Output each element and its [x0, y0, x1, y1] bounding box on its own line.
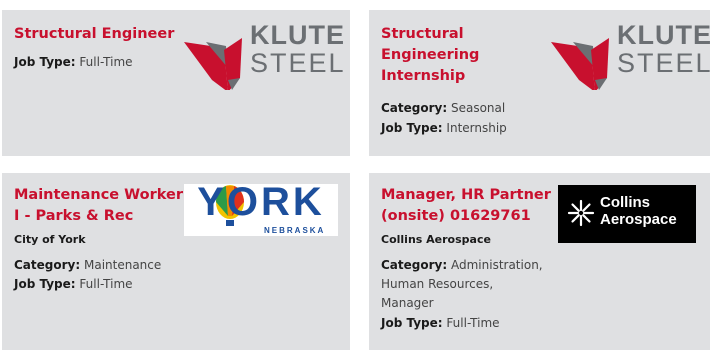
collins-aerospace-logo: Collins Aerospace	[558, 185, 696, 243]
job-title-line: I - Parks & Rec	[14, 208, 134, 224]
category-field: Category: Maintenance	[14, 255, 161, 275]
category-label: Category:	[381, 101, 448, 115]
employer-name: City of York	[14, 233, 86, 246]
klute-wordmark: KLUTE	[250, 20, 345, 50]
category-value: Administration,	[450, 258, 543, 272]
job-title-line: Manager, HR Partner	[381, 187, 551, 203]
job-type-value: Full-Time	[79, 277, 133, 291]
job-card-structural-engineering-internship[interactable]: Structural Engineering Internship Catego…	[369, 10, 710, 156]
job-type-field: Job Type: Full-Time	[14, 52, 133, 72]
klute-steel-logo: KLUTE STEEL	[184, 20, 344, 92]
employer-name: Collins Aerospace	[381, 233, 491, 246]
category-label: Category:	[381, 258, 448, 272]
job-title[interactable]: Structural Engineering Internship	[381, 24, 479, 87]
steel-wordmark: STEEL	[617, 48, 710, 78]
job-type-value: Full-Time	[79, 55, 133, 69]
job-title-line: Engineering	[381, 47, 480, 63]
klute-steel-logo: KLUTE STEEL	[551, 20, 710, 92]
nebraska-wordmark: NEBRASKA	[264, 226, 326, 235]
category-field: Category: Seasonal	[381, 98, 505, 118]
steel-wordmark: STEEL	[250, 48, 346, 78]
job-type-label: Job Type:	[14, 277, 76, 291]
job-type-value: Full-Time	[446, 316, 500, 330]
job-type-label: Job Type:	[381, 316, 443, 330]
category-value: Maintenance	[83, 258, 162, 272]
job-card-structural-engineer[interactable]: Structural Engineer Job Type: Full-Time …	[2, 10, 350, 156]
job-title[interactable]: Structural Engineer	[14, 24, 174, 45]
job-title-line: Structural	[381, 26, 464, 42]
category-value-line: Manager	[381, 296, 434, 310]
job-type-field: Job Type: Full-Time	[381, 313, 500, 333]
job-card-maintenance-worker[interactable]: Maintenance Worker I - Parks & Rec City …	[2, 173, 350, 350]
job-type-label: Job Type:	[14, 55, 76, 69]
job-title[interactable]: Manager, HR Partner (onsite) 01629761	[381, 185, 551, 227]
job-title-line: (onsite) 01629761	[381, 208, 531, 224]
job-title-line: Internship	[381, 68, 466, 84]
category-value: Seasonal	[450, 101, 506, 115]
category-label: Category:	[14, 258, 81, 272]
york-nebraska-logo: YORK NEBRASKA	[184, 184, 338, 236]
aerospace-wordmark: Aerospace	[600, 211, 677, 228]
category-value-line: Human Resources,	[381, 277, 494, 291]
york-wordmark: YORK	[197, 184, 325, 224]
job-type-value: Internship	[446, 121, 507, 135]
job-type-field: Job Type: Internship	[381, 118, 507, 138]
klute-wordmark: KLUTE	[617, 20, 710, 50]
category-field: Category: Administration,	[381, 255, 543, 275]
job-title-line: Maintenance Worker	[14, 187, 184, 203]
job-card-manager-hr-partner[interactable]: Manager, HR Partner (onsite) 01629761 Co…	[369, 173, 710, 350]
collins-wordmark: Collins	[600, 194, 651, 211]
job-title[interactable]: Maintenance Worker I - Parks & Rec	[14, 185, 183, 227]
job-type-field: Job Type: Full-Time	[14, 274, 133, 294]
collins-starburst-icon	[567, 199, 595, 227]
job-type-label: Job Type:	[381, 121, 443, 135]
